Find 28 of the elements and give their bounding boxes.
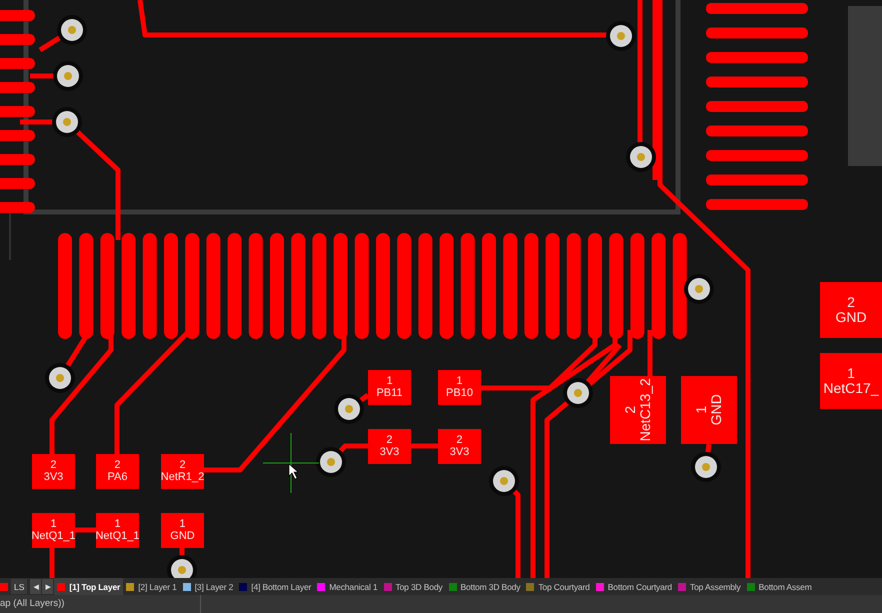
- pad-label: 2 3V3: [368, 429, 411, 464]
- current-layer-icon: [0, 582, 8, 590]
- layer-tab[interactable]: Bottom 3D Body: [446, 578, 524, 595]
- pad-label: 1 PB10: [438, 370, 481, 405]
- layer-tab[interactable]: Top 3D Body: [380, 578, 446, 595]
- layer-tab[interactable]: Top Assembly: [674, 578, 744, 595]
- layer-tab[interactable]: [3] Layer 2: [180, 578, 236, 595]
- layer-tab[interactable]: [2] Layer 1: [123, 578, 180, 595]
- pad-label: 2 GND: [820, 282, 882, 338]
- ls-button[interactable]: LS: [11, 579, 28, 594]
- layer-tab[interactable]: Bottom Courtyard: [592, 578, 675, 595]
- layer-tab[interactable]: Top Courtyard: [523, 578, 593, 595]
- pad-label: 2 NetR1_2: [161, 454, 204, 489]
- pad-label: 2 PA6: [96, 454, 139, 489]
- pad-label: 1 NetC17_: [820, 353, 882, 409]
- pad-label: 2 NetC13_2: [610, 376, 666, 444]
- status-text: ap (All Layers)): [0, 595, 201, 613]
- layer-tab[interactable]: [4] Bottom Layer: [236, 578, 314, 595]
- pad-label: 2 3V3: [32, 454, 75, 489]
- layer-tab[interactable]: [1] Top Layer: [54, 578, 124, 595]
- layer-tab[interactable]: Mechanical 1: [314, 578, 380, 595]
- pad-label: 1 NetQ1_1: [96, 513, 139, 548]
- pad-label: 1 GND: [681, 376, 737, 444]
- pad-label: 1 PB11: [368, 370, 411, 405]
- layer-tab[interactable]: Bottom Assem: [744, 578, 815, 595]
- pad-label: 2 3V3: [438, 429, 481, 464]
- pad-label: 1 NetQ1_1: [32, 513, 75, 548]
- pad-label: 1 GND: [161, 513, 204, 548]
